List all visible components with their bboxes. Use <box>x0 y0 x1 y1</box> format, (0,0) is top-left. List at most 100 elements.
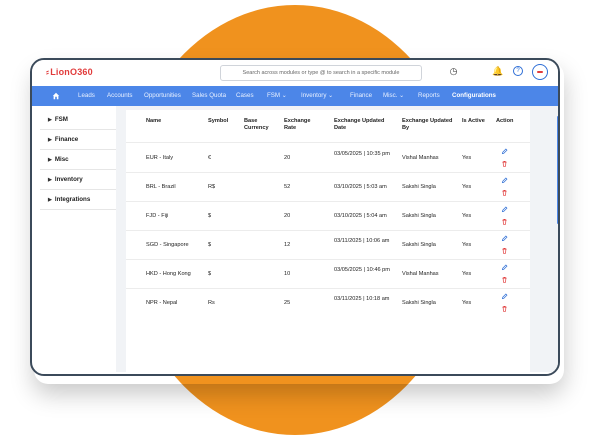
sidebar-item-label: Finance <box>54 136 79 143</box>
column-header-exchange-updated-by[interactable]: Exchange Updated By <box>402 118 458 132</box>
cell-exchange-updated-date: 03/10/2025 | 5:04 am <box>334 213 387 219</box>
cell-symbol: € <box>208 155 212 161</box>
pencil-icon[interactable] <box>501 264 508 271</box>
pencil-icon[interactable] <box>501 293 508 300</box>
nav-item-opportunities[interactable]: Opportunities <box>144 86 181 106</box>
bottom-strip <box>32 372 558 374</box>
nav-item-label: Finance <box>350 92 373 99</box>
sidebar-item-inventory[interactable]: ▶ Inventory <box>40 170 116 190</box>
cell-exchange-updated-date: 03/05/2025 | 10:35 pm <box>334 151 390 157</box>
nav-item-reports[interactable]: Reports <box>418 86 440 106</box>
cell-exchange-rate: 25 <box>284 300 291 306</box>
sidebar-item-label: Inventory <box>54 176 83 183</box>
app-window: ⸗LionO360 Search across modules or type … <box>30 58 560 376</box>
cell-exchange-rate: 20 <box>284 155 291 161</box>
chevron-right-icon: ▶ <box>48 117 52 123</box>
pencil-icon[interactable] <box>501 235 508 242</box>
main-content: Name Symbol Base Currency Exchange Rate Exch… <box>116 106 558 372</box>
cell-is-active: Yes <box>462 271 472 277</box>
app-logo[interactable]: ⸗LionO360 <box>46 67 93 77</box>
nav-item-label: Sales Quota <box>192 92 227 99</box>
cell-name: SGD - Singapore <box>146 242 189 248</box>
home-icon[interactable] <box>52 92 60 100</box>
trash-icon[interactable] <box>501 160 508 167</box>
cell-symbol: $ <box>208 271 212 277</box>
sidebar-item-fsm[interactable]: ▶ FSM <box>40 110 116 130</box>
nav-item-finance[interactable]: Finance <box>350 86 372 106</box>
pencil-icon[interactable] <box>501 177 508 184</box>
cell-exchange-updated-by: Sakshi Singla <box>402 184 436 190</box>
bell-icon[interactable]: 🔔 <box>492 66 503 77</box>
trash-icon[interactable] <box>501 247 508 254</box>
nav-item-cases[interactable]: Cases <box>236 86 254 106</box>
cell-exchange-updated-by: Vishal Manhas <box>402 155 439 161</box>
nav-item-leads[interactable]: Leads <box>78 86 95 106</box>
main-navbar: Leads Accounts Opportunities Sales Quota Cas… <box>32 86 558 106</box>
cell-exchange-rate: 12 <box>284 242 291 248</box>
trash-icon[interactable] <box>501 218 508 225</box>
pencil-icon[interactable] <box>501 206 508 213</box>
cell-exchange-rate: 10 <box>284 271 291 277</box>
nav-item-configurations[interactable]: Configurations <box>452 86 496 106</box>
scrollbar[interactable] <box>557 116 558 224</box>
cell-symbol: Rs <box>208 300 215 306</box>
cell-name: FJD - Fiji <box>146 213 169 219</box>
logo-text: LionO360 <box>50 67 93 77</box>
global-search-input[interactable]: Search across modules or type @ to searc… <box>220 65 422 81</box>
sidebar-item-label: FSM <box>54 116 68 123</box>
cell-symbol: R$ <box>208 184 216 190</box>
cell-exchange-rate: 20 <box>284 213 291 219</box>
nav-item-sales-quota[interactable]: Sales Quota <box>192 86 226 106</box>
currency-table: Name Symbol Base Currency Exchange Rate Exch… <box>126 110 530 372</box>
top-bar: ⸗LionO360 Search across modules or type … <box>32 60 558 86</box>
chevron-right-icon: ▶ <box>48 177 52 183</box>
cell-exchange-updated-date: 03/10/2025 | 5:03 am <box>334 184 387 190</box>
sidebar-item-label: Integrations <box>54 196 91 203</box>
nav-item-label: Cases <box>236 92 254 99</box>
cell-exchange-updated-by: Sakshi Singla <box>402 242 436 248</box>
cell-symbol: $ <box>208 213 212 219</box>
help-icon[interactable]: ? <box>513 66 523 76</box>
column-header-name[interactable]: Name <box>146 118 201 125</box>
nav-item-label: Misc. <box>383 92 398 99</box>
trash-icon[interactable] <box>501 189 508 196</box>
sidebar-item-integrations[interactable]: ▶ Integrations <box>40 190 116 210</box>
cell-is-active: Yes <box>462 213 472 219</box>
row-divider <box>126 230 530 231</box>
chevron-down-icon: ⌄ <box>397 92 405 99</box>
nav-item-inventory[interactable]: Inventory ⌄ <box>301 86 333 106</box>
column-header-exchange-updated-date[interactable]: Exchange Updated Date <box>334 118 394 132</box>
sidebar-item-misc[interactable]: ▶ Misc <box>40 150 116 170</box>
nav-item-label: FSM <box>267 92 281 99</box>
nav-item-label: Inventory <box>301 92 327 99</box>
cell-exchange-updated-by: Vishal Manhas <box>402 271 439 277</box>
trash-icon[interactable] <box>501 305 508 312</box>
sidebar-item-finance[interactable]: ▶ Finance <box>40 130 116 150</box>
column-header-is-active[interactable]: Is Active <box>462 118 498 125</box>
chevron-right-icon: ▶ <box>48 197 52 203</box>
chevron-right-icon: ▶ <box>48 137 52 143</box>
pencil-icon[interactable] <box>501 148 508 155</box>
cell-is-active: Yes <box>462 184 472 190</box>
row-divider <box>126 201 530 202</box>
cell-exchange-rate: 52 <box>284 184 291 190</box>
cell-is-active: Yes <box>462 242 472 248</box>
nav-item-misc[interactable]: Misc. ⌄ <box>383 86 404 106</box>
cell-is-active: Yes <box>462 300 472 306</box>
column-header-action[interactable]: Action <box>496 118 530 125</box>
column-header-symbol[interactable]: Symbol <box>208 118 244 125</box>
column-header-exchange-rate[interactable]: Exchange Rate <box>284 118 320 132</box>
nav-item-fsm[interactable]: FSM ⌄ <box>267 86 287 106</box>
avatar[interactable] <box>532 64 548 80</box>
trash-icon[interactable] <box>501 276 508 283</box>
chevron-down-icon: ⌄ <box>280 92 287 99</box>
column-header-base-currency[interactable]: Base Currency <box>244 118 280 132</box>
nav-item-label: Reports <box>418 92 440 99</box>
nav-item-label: Leads <box>78 92 95 99</box>
cell-symbol: $ <box>208 242 212 248</box>
cell-exchange-updated-date: 03/11/2025 | 10:18 am <box>334 296 390 302</box>
nav-item-accounts[interactable]: Accounts <box>107 86 132 106</box>
clock-icon[interactable]: ◷ <box>448 66 459 77</box>
cell-exchange-updated-by: Sakshi Singla <box>402 213 436 219</box>
cell-is-active: Yes <box>462 155 472 161</box>
